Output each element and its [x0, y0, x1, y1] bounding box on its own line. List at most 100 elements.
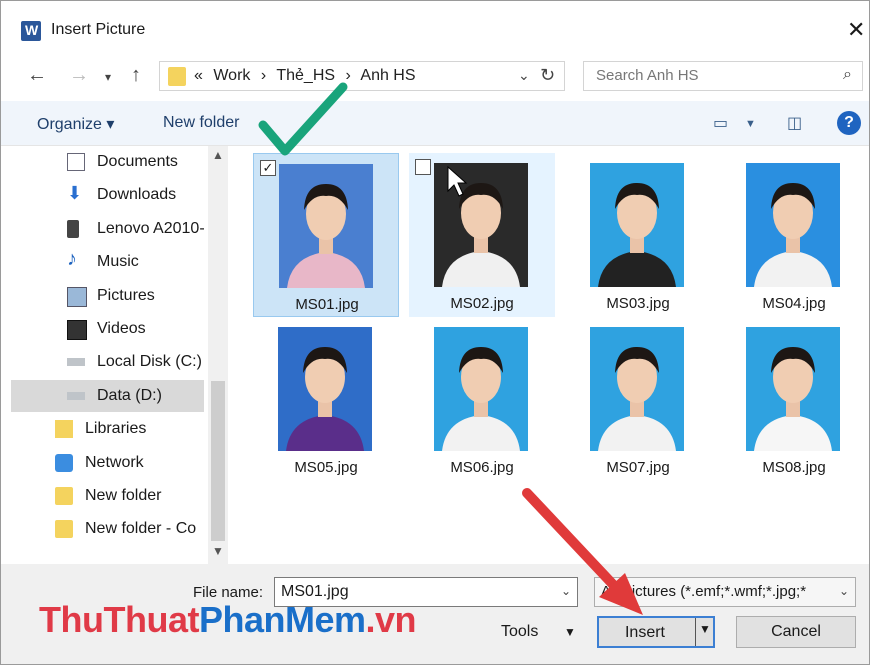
dialog-title: Insert Picture: [51, 21, 146, 38]
organize-button[interactable]: Organize ▾: [37, 114, 114, 134]
recent-locations-chevron-icon[interactable]: ▾: [105, 70, 111, 84]
file-name: MS06.jpg: [450, 459, 514, 476]
file-tile[interactable]: MS04.jpg: [721, 153, 867, 317]
search-input[interactable]: Search Anh HS ⌕: [583, 61, 863, 91]
nav-item-libraries[interactable]: Libraries: [11, 413, 204, 445]
file-name: MS02.jpg: [450, 295, 514, 312]
nav-item-new-folder[interactable]: New folder: [11, 480, 204, 512]
nav-item-label: Lenovo A2010-: [97, 219, 204, 237]
insert-label: Insert: [624, 624, 665, 641]
nav-item-label: Libraries: [85, 420, 147, 438]
photo-thumbnail: [746, 163, 840, 287]
nav-item-data-d[interactable]: Data (D:): [11, 379, 204, 412]
nav-item-documents[interactable]: Documents: [11, 146, 204, 178]
breadcrumb-separator[interactable]: ›: [346, 67, 351, 84]
cancel-button[interactable]: Cancel: [736, 616, 856, 648]
breadcrumb-work[interactable]: Work: [213, 67, 250, 84]
folder-icon: [168, 67, 186, 86]
file-name: MS08.jpg: [762, 459, 826, 476]
view-options-icon[interactable]: ▭: [713, 113, 728, 133]
file-name: MS01.jpg: [295, 296, 359, 313]
file-type-select[interactable]: All Pictures (*.emf;*.wmf;*.jpg;* ⌄: [594, 577, 856, 607]
command-toolbar: [1, 101, 869, 146]
downloads-icon: ⬇: [67, 183, 83, 204]
file-tile[interactable]: ✓ MS01.jpg: [253, 153, 399, 317]
folder-icon: [55, 520, 73, 539]
back-arrow-icon[interactable]: ←: [27, 64, 47, 87]
file-tile[interactable]: MS07.jpg: [565, 317, 711, 481]
scroll-down-icon[interactable]: ▼: [212, 544, 224, 558]
nav-item-videos[interactable]: Videos: [11, 313, 204, 345]
nav-item-label: New folder - Co: [85, 520, 197, 538]
nav-item-label: Data (D:): [97, 386, 162, 404]
nav-item-new-folder-co[interactable]: New folder - Co: [11, 513, 204, 545]
libraries-icon: [55, 420, 73, 439]
chevron-down-icon[interactable]: ⌄: [561, 584, 571, 598]
tools-button[interactable]: Tools: [501, 623, 538, 641]
file-name: MS07.jpg: [606, 459, 670, 476]
checked-checkbox-icon[interactable]: ✓: [260, 160, 276, 176]
nav-item-pictures[interactable]: Pictures: [11, 280, 204, 312]
phone-icon: [67, 219, 79, 238]
new-folder-button[interactable]: New folder: [163, 114, 239, 132]
navigation-pane: Documents ⬇ Downloads Lenovo A2010- ♪ Music Pi…: [1, 146, 229, 564]
word-icon: [21, 21, 41, 41]
nav-item-label: Documents: [97, 153, 178, 170]
folder-icon: [55, 487, 73, 505]
nav-item-label: Music: [97, 253, 139, 271]
disk-icon: [67, 358, 85, 367]
file-tile[interactable]: MS02.jpg: [409, 153, 555, 317]
videos-icon: [67, 320, 87, 340]
nav-item-lenovo-a2010[interactable]: Lenovo A2010-: [11, 213, 204, 245]
search-icon[interactable]: ⌕: [843, 66, 852, 84]
insert-split-divider: [695, 618, 696, 646]
breadcrumb-overflow[interactable]: «: [194, 67, 203, 84]
nav-item-local-disk-c[interactable]: Local Disk (C:): [11, 346, 204, 378]
preview-pane-icon[interactable]: ◫: [787, 113, 802, 133]
music-icon: ♪: [67, 248, 77, 271]
watermark-part2: PhanMem: [198, 599, 366, 640]
view-chevron-down-icon[interactable]: ▼: [745, 118, 756, 130]
file-tile[interactable]: MS06.jpg: [409, 317, 555, 481]
photo-thumbnail: [278, 327, 372, 451]
close-icon[interactable]: ✕: [847, 19, 865, 41]
network-icon: [55, 453, 73, 472]
file-name: MS04.jpg: [762, 295, 826, 312]
breadcrumb-anh-hs[interactable]: Anh HS: [360, 67, 415, 84]
file-grid: ✓ MS01.jpg MS02.jpg MS03.jpg MS04.jpg MS05.jp…: [241, 149, 861, 563]
nav-item-label: Downloads: [97, 186, 177, 204]
file-tile[interactable]: MS03.jpg: [565, 153, 711, 317]
forward-arrow-icon[interactable]: →: [69, 64, 89, 87]
up-arrow-icon[interactable]: ↑: [131, 64, 141, 87]
scrollbar-thumb[interactable]: [211, 381, 225, 541]
file-tile[interactable]: MS08.jpg: [721, 317, 867, 481]
nav-item-downloads[interactable]: ⬇ Downloads: [11, 179, 204, 211]
insert-dropdown-icon[interactable]: ▼: [699, 622, 711, 636]
help-icon[interactable]: ?: [837, 111, 861, 135]
nav-scrollbar[interactable]: ▲ ▼: [208, 146, 228, 564]
nav-item-label: Network: [85, 453, 144, 471]
breadcrumb: « Work › Thẻ_HS › Anh HS: [194, 67, 422, 85]
photo-thumbnail: [434, 163, 528, 287]
disk-icon: [67, 391, 85, 400]
watermark-part1: ThuThuat: [39, 599, 199, 640]
breadcrumb-the-hs[interactable]: Thẻ_HS: [276, 67, 335, 84]
file-tile[interactable]: MS05.jpg: [253, 317, 399, 481]
scroll-up-icon[interactable]: ▲: [212, 148, 224, 162]
nav-item-music[interactable]: ♪ Music: [11, 246, 204, 278]
checkbox-icon[interactable]: [415, 159, 431, 175]
title-bar: Insert Picture ✕: [1, 1, 869, 45]
refresh-icon[interactable]: ↻: [540, 65, 555, 86]
nav-item-network[interactable]: Network: [11, 447, 204, 479]
documents-icon: [67, 153, 85, 171]
chevron-down-icon[interactable]: ⌄: [518, 67, 530, 84]
address-bar[interactable]: « Work › Thẻ_HS › Anh HS ⌄ ↻: [159, 61, 565, 91]
chevron-down-icon[interactable]: ⌄: [838, 584, 849, 598]
tools-chevron-down-icon[interactable]: ▼: [564, 625, 576, 639]
pictures-icon: [67, 286, 87, 307]
nav-item-label: New folder: [85, 487, 162, 504]
watermark: ThuThuatPhanMem.vn: [39, 599, 417, 641]
insert-picture-dialog: Insert Picture ✕ ← → ▾ ↑ « Work › Thẻ_HS…: [0, 0, 870, 665]
insert-button[interactable]: Insert: [597, 616, 715, 648]
breadcrumb-separator[interactable]: ›: [261, 67, 266, 84]
